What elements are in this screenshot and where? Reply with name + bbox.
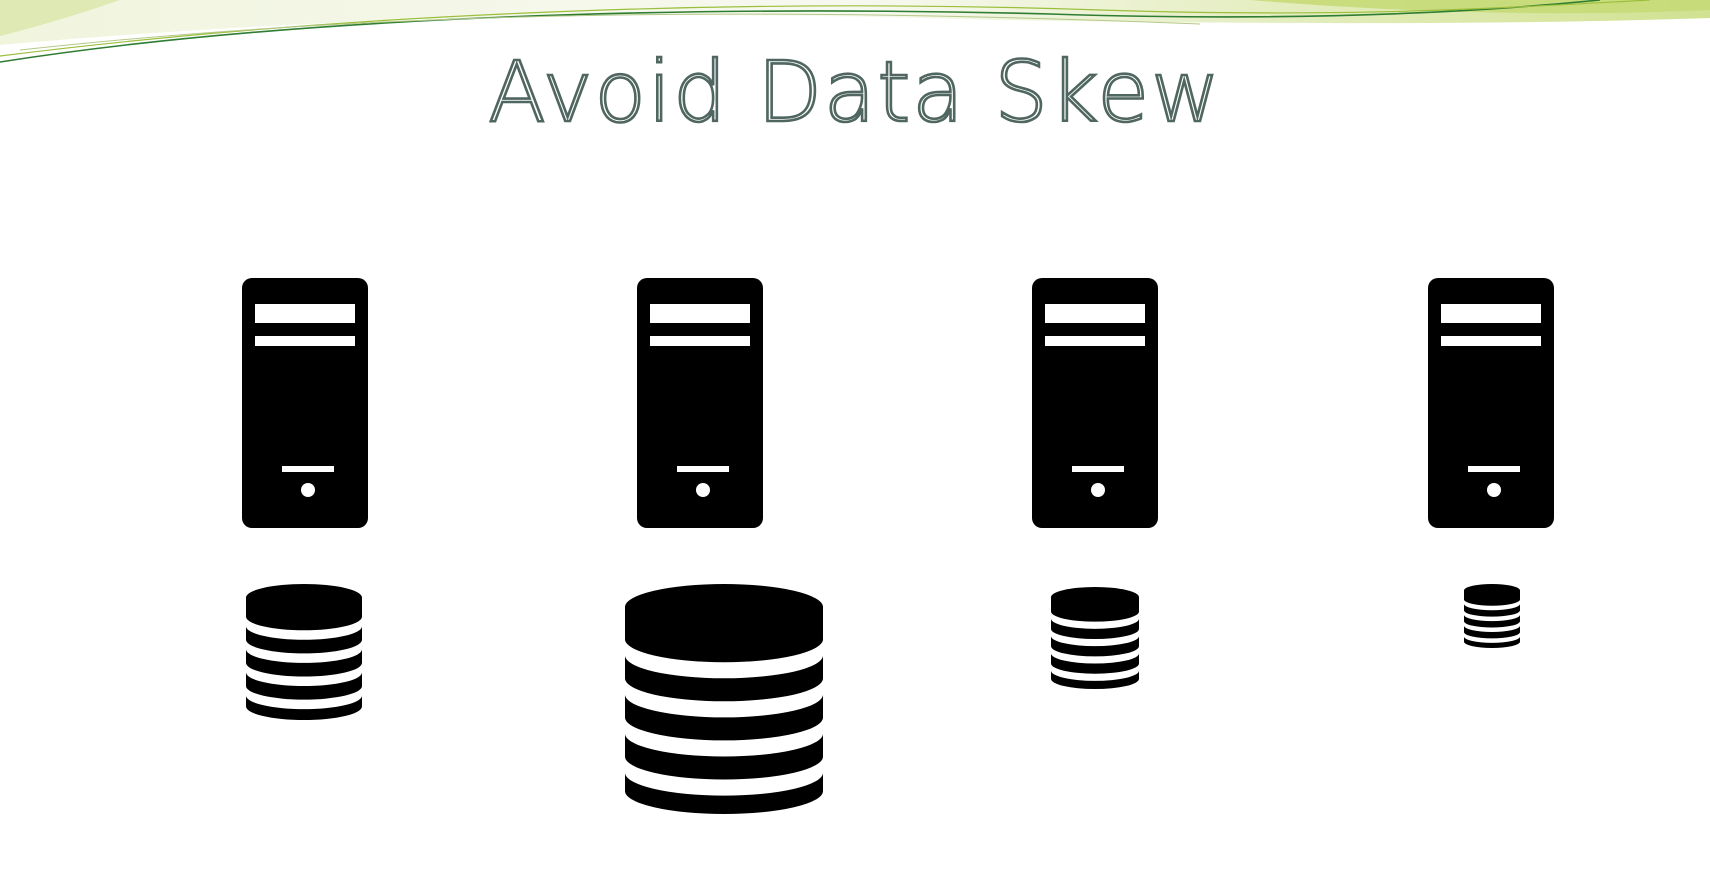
- database-icon: [1464, 584, 1520, 648]
- database-icon: [625, 584, 823, 814]
- server-tower-icon: [1428, 278, 1554, 528]
- server-tower-icon: [1032, 278, 1158, 528]
- slide-title: Avoid Data Skew: [487, 43, 1222, 141]
- database-icon: [246, 584, 362, 720]
- server-tower-icon: [242, 278, 368, 528]
- database-icon: [1051, 587, 1139, 689]
- server-tower-icon: [637, 278, 763, 528]
